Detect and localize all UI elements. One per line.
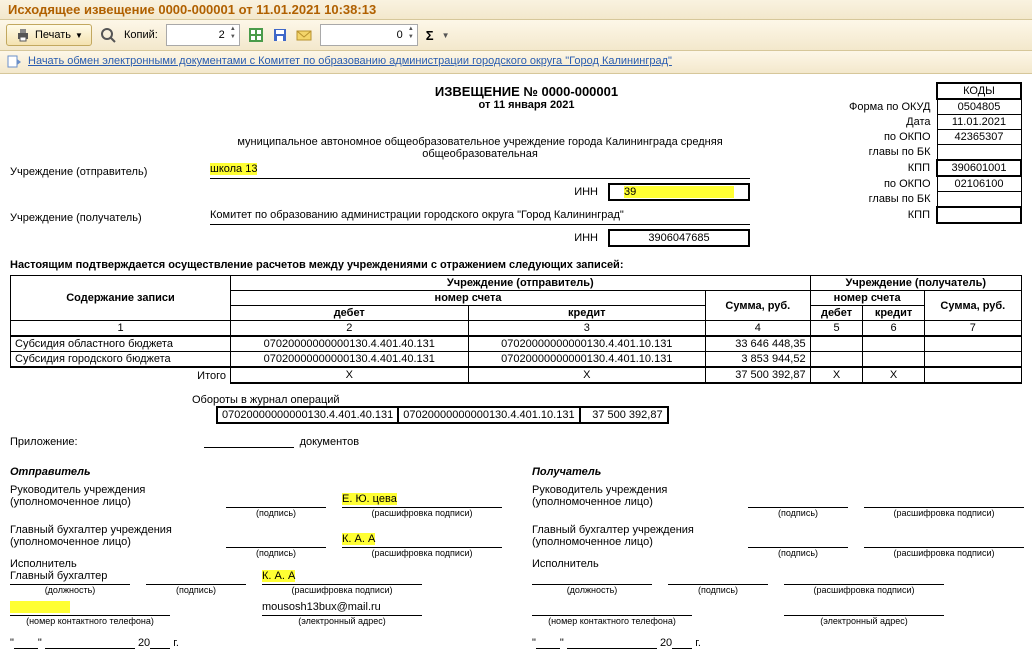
table-row: Субсидия областного бюджета 070200000000…	[11, 336, 1022, 352]
second-stepper[interactable]: ▲▼	[320, 24, 418, 46]
doc-title: ИЗВЕЩЕНИЕ № 0000-000001	[210, 84, 843, 99]
codes-table: КОДЫ Форма по ОКУД0504805 Дата11.01.2021…	[843, 82, 1022, 224]
inn-sender: 39	[608, 183, 750, 201]
sender-label: Учреждение (отправитель)	[10, 166, 210, 179]
doc-date: от 11 января 2021	[210, 99, 843, 111]
receiver-value: Комитет по образованию администрации гор…	[210, 209, 750, 225]
up-icon[interactable]: ▲	[227, 25, 239, 33]
mail-icon[interactable]	[296, 27, 312, 43]
chevron-down-icon[interactable]: ▼	[442, 31, 450, 40]
toolbar: Печать ▼ Копий: ▲▼ ▲▼ Σ ▼	[0, 20, 1032, 51]
window-title: Исходящее извещение 0000-000001 от 11.01…	[0, 0, 1032, 20]
grid-icon[interactable]	[248, 27, 264, 43]
sender-signatures: Отправитель Руководитель учреждения(упол…	[10, 452, 502, 649]
document-body: ИЗВЕЩЕНИЕ № 0000-000001 от 11 января 202…	[0, 74, 1032, 669]
print-button[interactable]: Печать ▼	[6, 24, 92, 46]
org-desc-hl: школа 13	[210, 163, 257, 175]
org-desc: муниципальное автономное общеобразовател…	[210, 136, 750, 161]
up-icon[interactable]: ▲	[405, 25, 417, 33]
print-label: Печать	[35, 29, 71, 41]
edo-icon[interactable]	[6, 53, 22, 69]
printer-icon	[15, 27, 31, 43]
inn-label: ИНН	[558, 186, 598, 198]
inn-label: ИНН	[558, 232, 598, 244]
receiver-label: Учреждение (получатель)	[10, 212, 210, 225]
copies-stepper[interactable]: ▲▼	[166, 24, 240, 46]
table-total-row: Итого ХХ37 500 392,87 ХХ	[11, 367, 1022, 383]
second-input[interactable]	[320, 24, 418, 46]
main-table: Содержание записи Учреждение (отправител…	[10, 275, 1022, 384]
edo-link[interactable]: Начать обмен электронными документами с …	[28, 55, 672, 67]
down-icon[interactable]: ▼	[405, 33, 417, 41]
down-icon[interactable]: ▼	[227, 33, 239, 41]
sigma-button[interactable]: Σ	[426, 28, 434, 43]
statement: Настоящим подтверждается осуществление р…	[10, 259, 1022, 271]
chevron-down-icon: ▼	[75, 31, 83, 40]
preview-icon[interactable]	[100, 27, 116, 43]
attachment-line: Приложение: документов	[10, 436, 1022, 448]
table-row: Субсидия городского бюджета 070200000000…	[11, 352, 1022, 368]
inn-receiver: 3906047685	[608, 229, 750, 247]
oborot-block: Обороты в журнал операций 07020000000000…	[10, 394, 1022, 424]
copies-label: Копий:	[124, 29, 158, 41]
linkbar: Начать обмен электронными документами с …	[0, 51, 1032, 74]
save-icon[interactable]	[272, 27, 288, 43]
receiver-signatures: Получатель Руководитель учреждения(уполн…	[532, 452, 1024, 649]
